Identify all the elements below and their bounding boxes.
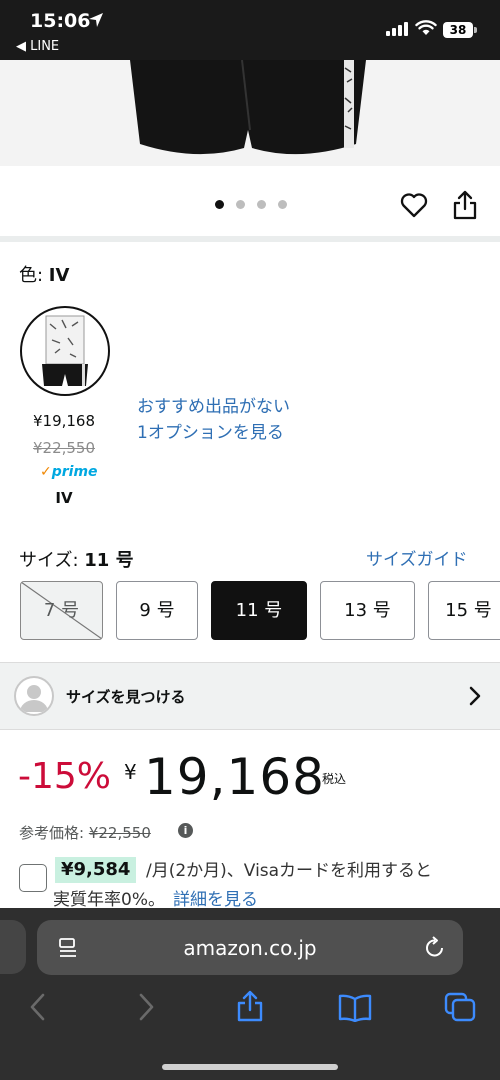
carousel-dot[interactable] [215,200,224,209]
bookmarks-icon[interactable] [338,994,372,1022]
color-label: 色: IV [19,265,70,286]
section-divider [0,236,500,242]
tabs-icon[interactable] [444,992,476,1022]
swatch-thumbnail-icon [42,315,88,386]
installment-text: /月(2か月)、Visaカードを利用すると [146,861,433,881]
discount-percent: -15% [18,756,112,797]
reload-icon[interactable] [424,935,446,959]
previous-tab-preview[interactable] [0,920,26,974]
size-value: 11 号 [84,550,134,571]
user-avatar-icon [14,676,54,716]
tax-included-label: 税込 [322,772,347,786]
battery-icon: 38 [443,22,473,38]
status-time: 15:06 [30,10,91,32]
cellular-signal-icon [386,22,408,36]
forward-arrow-icon[interactable] [136,992,156,1022]
back-to-app-link[interactable]: ◀ LINE [16,39,59,54]
share-browser-icon[interactable] [236,990,264,1022]
swatch-name: IV [55,489,73,507]
location-arrow-icon [89,13,103,27]
prime-check-icon: ✓ [40,464,52,480]
carousel-dot[interactable] [278,200,287,209]
swatch-list-price: ¥22,550 [32,439,96,457]
color-value: IV [48,265,70,286]
heart-icon[interactable] [400,192,428,218]
home-indicator [162,1064,338,1070]
size-label: サイズ: 11 号 [19,550,134,571]
monthly-amount: ¥9,584 [55,857,137,883]
size-option-13[interactable]: 13 号 [320,581,415,640]
size-option-9[interactable]: 9 号 [116,581,198,640]
share-icon[interactable] [452,190,478,220]
reference-price: 参考価格: ¥22,550 [19,824,151,842]
product-shorts-illustration [130,60,366,155]
chevron-right-icon [469,686,481,706]
url-text[interactable]: amazon.co.jp [37,936,463,960]
size-option-7[interactable]: 7 号 [20,581,103,640]
currency-symbol: ¥ [124,760,137,784]
back-arrow-icon[interactable] [28,992,48,1022]
carousel-dot[interactable] [236,200,245,209]
find-size-label: サイズを見つける [66,688,186,706]
battery-tip [474,27,477,33]
color-swatch-iv[interactable] [20,306,110,396]
wifi-icon [415,20,437,35]
size-guide-link[interactable]: サイズガイド [366,545,468,570]
swatch-price: ¥19,168 [32,412,96,430]
size-option-11[interactable]: 11 号 [211,581,307,640]
price-amount: 19,168 [144,748,325,806]
reference-price-value: ¥22,550 [88,824,151,842]
size-option-15[interactable]: 15 号 [428,581,500,640]
see-options-link[interactable]: おすすめ出品がない 1オプションを見る [137,394,290,446]
prime-badge: ✓prime [40,464,98,480]
details-link[interactable]: 詳細を見る [173,890,258,910]
product-image[interactable] [0,60,500,166]
installment-checkbox[interactable] [19,864,47,892]
info-icon[interactable]: i [178,823,193,838]
carousel-dot[interactable] [257,200,266,209]
